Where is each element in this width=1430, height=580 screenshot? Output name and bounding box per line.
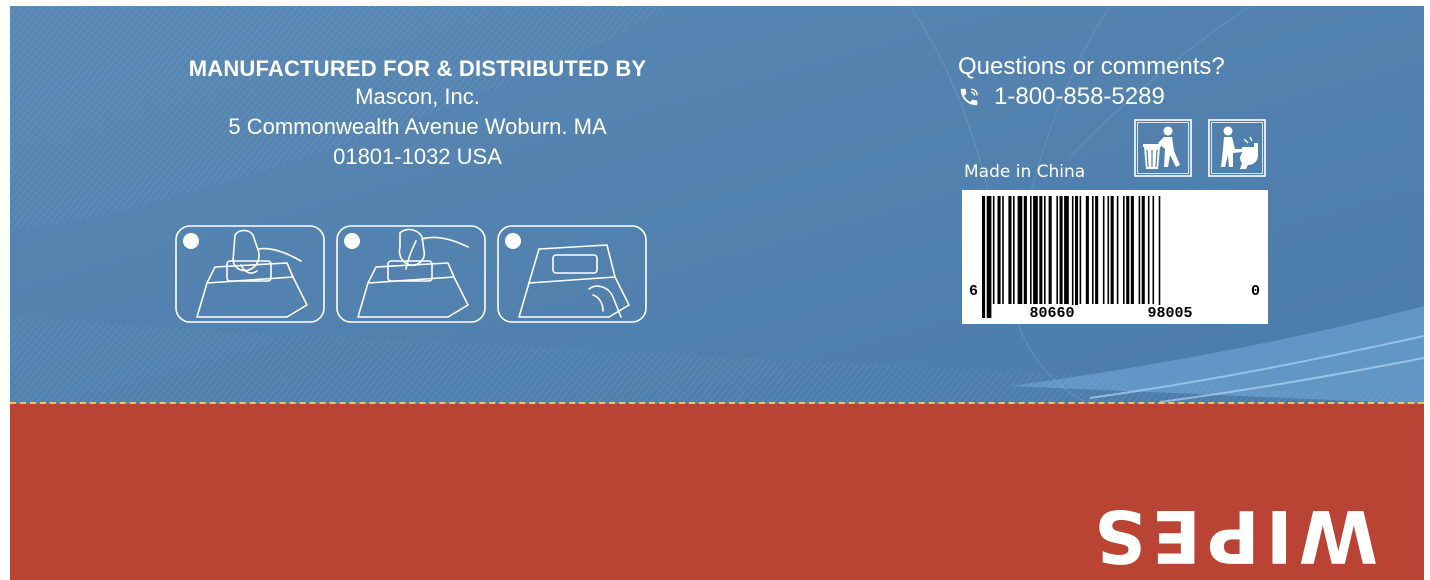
do-not-flush-icon	[1208, 119, 1266, 177]
origin-label: Made in China	[964, 162, 1086, 182]
upc-barcode: 6 80660 98005 0	[962, 190, 1268, 324]
barcode-check-digit: 0	[1251, 283, 1261, 300]
barcode-lead-digit: 6	[969, 283, 979, 300]
contact-block: Questions or comments? 1-800-858-5289	[958, 52, 1225, 112]
manufacturer-heading: MANUFACTURED FOR & DISTRIBUTED BY	[188, 56, 647, 81]
step-2-pull-wipe-icon	[336, 225, 486, 323]
brand-wordmark-upside-down: WIPES	[1087, 494, 1378, 578]
barcode-left-group: 80660	[1002, 305, 1102, 323]
phone-number: 1-800-858-5289	[994, 83, 1165, 110]
step-1-open-lid-icon	[175, 225, 325, 323]
postal-address: 01801-1032 USA	[333, 144, 502, 169]
back-panel: MANUFACTURED FOR & DISTRIBUTED BY Mascon…	[10, 6, 1424, 404]
trash-bin-disposal-icon	[1134, 119, 1192, 177]
barcode-right-group: 98005	[1120, 305, 1220, 323]
street-address: 5 Commonwealth Avenue Woburn. MA	[228, 114, 607, 139]
questions-heading: Questions or comments?	[958, 53, 1225, 80]
barcode-bars	[982, 196, 1161, 318]
phone-row: 1-800-858-5289	[958, 82, 1225, 112]
company-name: Mascon, Inc.	[355, 84, 480, 109]
phone-icon	[960, 88, 978, 106]
manufacturer-block: MANUFACTURED FOR & DISTRIBUTED BY Mascon…	[130, 56, 705, 172]
step-3-close-lid-icon	[497, 225, 647, 323]
